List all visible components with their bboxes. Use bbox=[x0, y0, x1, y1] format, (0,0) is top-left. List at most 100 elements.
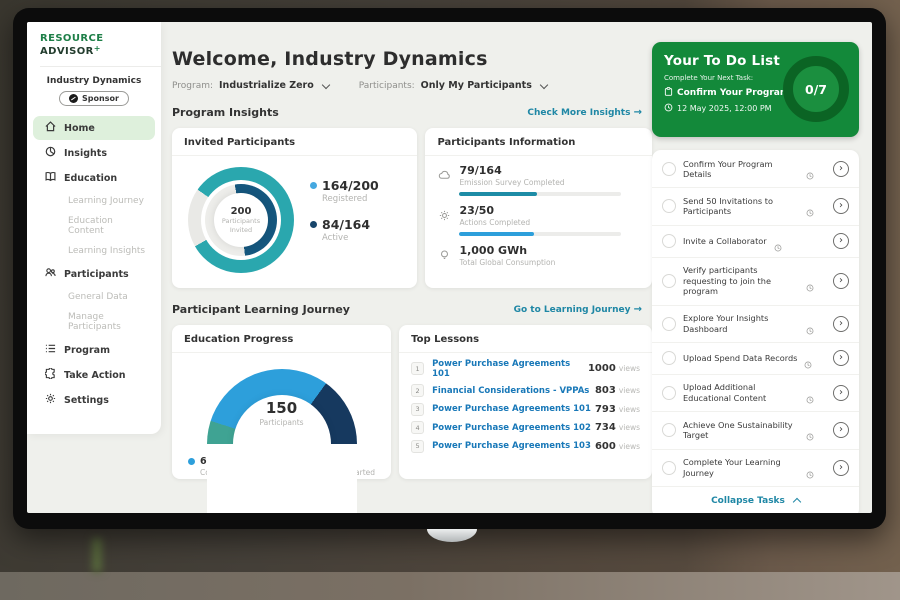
rank-badge: 3 bbox=[411, 403, 424, 416]
sidebar-item-learning-journey[interactable]: Learning Journey bbox=[33, 191, 155, 211]
task-row[interactable]: Confirm Your Program Details › bbox=[652, 151, 859, 188]
sidebar-item-learning-insights[interactable]: Learning Insights bbox=[33, 241, 155, 261]
clock-icon bbox=[806, 277, 814, 285]
sidebar: RESOURCE ADVISOR+ Industry Dynamics Spon… bbox=[27, 22, 161, 434]
task-checkbox[interactable] bbox=[662, 199, 676, 213]
background-plant-blur bbox=[92, 538, 102, 572]
task-row[interactable]: Complete Your Learning Journey › bbox=[652, 450, 859, 487]
sidebar-item-manage-participants[interactable]: Manage Participants bbox=[33, 307, 155, 337]
lesson-link[interactable]: Power Purchase Agreements 102 bbox=[432, 423, 591, 433]
settings-icon bbox=[45, 393, 56, 407]
task-row[interactable]: Verify participants requesting to join t… bbox=[652, 258, 859, 306]
task-row[interactable]: Achieve One Sustainability Target › bbox=[652, 412, 859, 449]
sponsor-badge[interactable]: Sponsor bbox=[59, 91, 129, 106]
education-icon bbox=[45, 171, 56, 185]
task-row[interactable]: Upload Additional Educational Content › bbox=[652, 375, 859, 412]
participants-filter[interactable]: Participants: Only My Participants bbox=[359, 80, 547, 91]
task-chevron-button[interactable]: › bbox=[833, 273, 849, 289]
todo-task-list: Confirm Your Program Details › Send 50 I… bbox=[652, 150, 859, 513]
dashboard-screen: RESOURCE ADVISOR+ Industry Dynamics Spon… bbox=[27, 22, 872, 513]
rank-badge: 1 bbox=[411, 362, 424, 375]
task-chevron-button[interactable]: › bbox=[833, 233, 849, 249]
todo-progress-ring: 0/7 bbox=[783, 56, 849, 122]
task-checkbox[interactable] bbox=[662, 234, 676, 248]
clock-icon bbox=[664, 103, 673, 114]
sidebar-item-take-action[interactable]: Take Action bbox=[33, 363, 155, 387]
invited-participants-card: Invited Participants 200 Participants In… bbox=[172, 128, 417, 288]
legend-dot bbox=[310, 182, 317, 189]
task-row[interactable]: Upload Spend Data Records › bbox=[652, 343, 859, 375]
task-row[interactable]: Invite a Collaborator › bbox=[652, 226, 859, 258]
task-chevron-button[interactable]: › bbox=[833, 460, 849, 476]
lesson-link[interactable]: Power Purchase Agreements 101 bbox=[432, 404, 591, 414]
lesson-row: 5 Power Purchase Agreements 103 600views bbox=[399, 434, 652, 453]
monitor-bezel: RESOURCE ADVISOR+ Industry Dynamics Spon… bbox=[13, 8, 886, 529]
task-chevron-button[interactable]: › bbox=[833, 161, 849, 177]
emission-icon bbox=[438, 167, 451, 196]
sidebar-item-program[interactable]: Program bbox=[33, 338, 155, 362]
metric-total-consumption: 1,000 GWh Total Global Consumption bbox=[425, 236, 652, 267]
sidebar-item-general-data[interactable]: General Data bbox=[33, 287, 155, 307]
chevron-down-icon bbox=[322, 80, 330, 88]
task-chevron-button[interactable]: › bbox=[833, 385, 849, 401]
donut-legend: 164/200 Registered 84/164 Active bbox=[310, 178, 379, 273]
page-title: Welcome, Industry Dynamics bbox=[172, 48, 652, 70]
task-checkbox[interactable] bbox=[662, 274, 676, 288]
clock-icon bbox=[806, 389, 814, 397]
lesson-link[interactable]: Financial Considerations - VPPAs bbox=[432, 386, 589, 396]
sidebar-item-insights[interactable]: Insights bbox=[33, 141, 155, 165]
legend-dot bbox=[310, 221, 317, 228]
program-filter[interactable]: Program: Industrialize Zero bbox=[172, 80, 329, 91]
task-chevron-button[interactable]: › bbox=[833, 422, 849, 438]
donut-center-label: 200 Participants Invited bbox=[188, 167, 294, 273]
metric-actions-completed: 23/50 Actions Completed bbox=[425, 196, 652, 236]
clock-icon bbox=[806, 320, 814, 328]
learning-journey-header: Participant Learning Journey Go to Learn… bbox=[172, 303, 642, 316]
clock-icon bbox=[774, 237, 782, 245]
clock-icon bbox=[806, 426, 814, 434]
task-checkbox[interactable] bbox=[662, 423, 676, 437]
task-row[interactable]: Explore Your Insights Dashboard › bbox=[652, 306, 859, 343]
sidebar-item-education[interactable]: Education bbox=[33, 166, 155, 190]
task-checkbox[interactable] bbox=[662, 162, 676, 176]
metric-emission-survey: 79/164 Emission Survey Completed bbox=[425, 156, 652, 196]
emission-progress-bar bbox=[459, 192, 621, 196]
actions-icon bbox=[438, 207, 451, 236]
section-title: Program Insights bbox=[172, 106, 279, 119]
actions-progress-bar bbox=[459, 232, 621, 236]
task-checkbox[interactable] bbox=[662, 317, 676, 331]
task-row[interactable]: Send 50 Invitations to Participants › bbox=[652, 188, 859, 225]
lesson-link[interactable]: Power Purchase Agreements 101 bbox=[432, 359, 588, 379]
lesson-row: 2 Financial Considerations - VPPAs 803vi… bbox=[399, 379, 652, 398]
go-to-learning-journey-link[interactable]: Go to Learning Journey → bbox=[514, 304, 642, 315]
invited-participants-donut: 200 Participants Invited bbox=[188, 167, 294, 273]
task-checkbox[interactable] bbox=[662, 461, 676, 475]
check-more-insights-link[interactable]: Check More Insights → bbox=[527, 107, 642, 118]
rank-badge: 2 bbox=[411, 384, 424, 397]
lesson-link[interactable]: Power Purchase Agreements 103 bbox=[432, 441, 591, 451]
task-chevron-button[interactable]: › bbox=[833, 316, 849, 332]
filter-bar: Program: Industrialize Zero Participants… bbox=[172, 80, 652, 91]
education-progress-gauge: 150 Participants bbox=[207, 369, 357, 444]
task-chevron-button[interactable]: › bbox=[833, 198, 849, 214]
sidebar-item-home[interactable]: Home bbox=[33, 116, 155, 140]
monitor-stand bbox=[427, 529, 477, 542]
lesson-row: 4 Power Purchase Agreements 102 734views bbox=[399, 416, 652, 435]
task-checkbox[interactable] bbox=[662, 351, 676, 365]
card-title: Participants Information bbox=[425, 128, 652, 156]
legend-registered: 164/200 Registered bbox=[310, 178, 379, 204]
insights-cards-row: Invited Participants 200 Participants In… bbox=[172, 128, 652, 288]
task-chevron-button[interactable]: › bbox=[833, 350, 849, 366]
rank-badge: 5 bbox=[411, 440, 424, 453]
sidebar-item-education-content[interactable]: Education Content bbox=[33, 211, 155, 241]
chevron-up-icon bbox=[793, 498, 801, 506]
sidebar-item-participants[interactable]: Participants bbox=[33, 262, 155, 286]
task-checkbox[interactable] bbox=[662, 386, 676, 400]
org-name: Industry Dynamics bbox=[27, 76, 161, 86]
consumption-icon bbox=[438, 247, 451, 267]
clock-icon bbox=[806, 202, 814, 210]
learning-cards-row: Education Progress 150 Participants 60% … bbox=[172, 325, 652, 479]
take-action-icon bbox=[45, 368, 56, 382]
sidebar-item-settings[interactable]: Settings bbox=[33, 388, 155, 412]
collapse-tasks-link[interactable]: Collapse Tasks bbox=[652, 487, 859, 513]
